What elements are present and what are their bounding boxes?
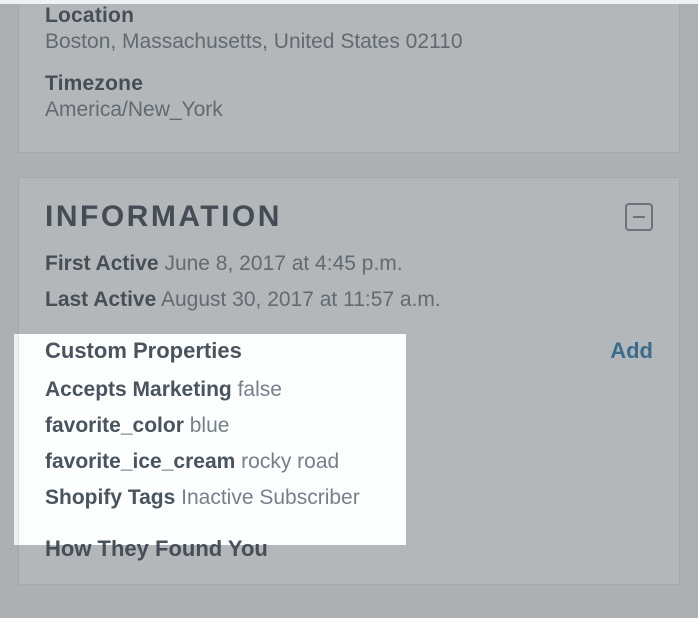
first-active-value: June 8, 2017 at 4:45 p.m. <box>164 252 402 275</box>
property-name: favorite_ice_cream <box>45 450 235 473</box>
property-row: Accepts Marketing false <box>45 378 653 402</box>
property-row: favorite_color blue <box>45 414 653 438</box>
first-active-label: First Active <box>45 252 159 275</box>
property-row: favorite_ice_cream rocky road <box>45 450 653 474</box>
property-value: Inactive Subscriber <box>181 486 360 509</box>
timezone-field: Timezone America/New_York <box>45 72 653 122</box>
last-active-value: August 30, 2017 at 11:57 a.m. <box>161 288 441 311</box>
property-name: Accepts Marketing <box>45 378 232 401</box>
property-name: favorite_color <box>45 414 184 437</box>
timezone-label: Timezone <box>45 72 653 96</box>
custom-properties-header: Custom Properties Add <box>45 338 653 364</box>
location-field: Location Boston, Massachusetts, United S… <box>45 4 653 54</box>
timezone-value: America/New_York <box>45 98 653 122</box>
last-active-label: Last Active <box>45 288 156 311</box>
collapse-icon[interactable] <box>625 203 653 231</box>
property-row: Shopify Tags Inactive Subscriber <box>45 486 653 510</box>
location-label: Location <box>45 4 653 28</box>
how-they-found-you-title: How They Found You <box>45 536 653 562</box>
first-active-line: First Active June 8, 2017 at 4:45 p.m. <box>45 252 653 276</box>
property-value: rocky road <box>241 450 339 473</box>
profile-card: Location Boston, Massachusetts, United S… <box>18 4 680 153</box>
property-value: false <box>238 378 282 401</box>
add-property-link[interactable]: Add <box>610 338 653 364</box>
information-card: INFORMATION First Active June 8, 2017 at… <box>18 177 680 585</box>
property-name: Shopify Tags <box>45 486 175 509</box>
custom-properties-title: Custom Properties <box>45 338 242 364</box>
property-value: blue <box>190 414 230 437</box>
last-active-line: Last Active August 30, 2017 at 11:57 a.m… <box>45 288 653 312</box>
information-header: INFORMATION <box>45 178 653 234</box>
custom-properties-list: Accepts Marketing false favorite_color b… <box>45 378 653 510</box>
location-value: Boston, Massachusetts, United States 021… <box>45 30 653 54</box>
information-title: INFORMATION <box>45 200 282 234</box>
